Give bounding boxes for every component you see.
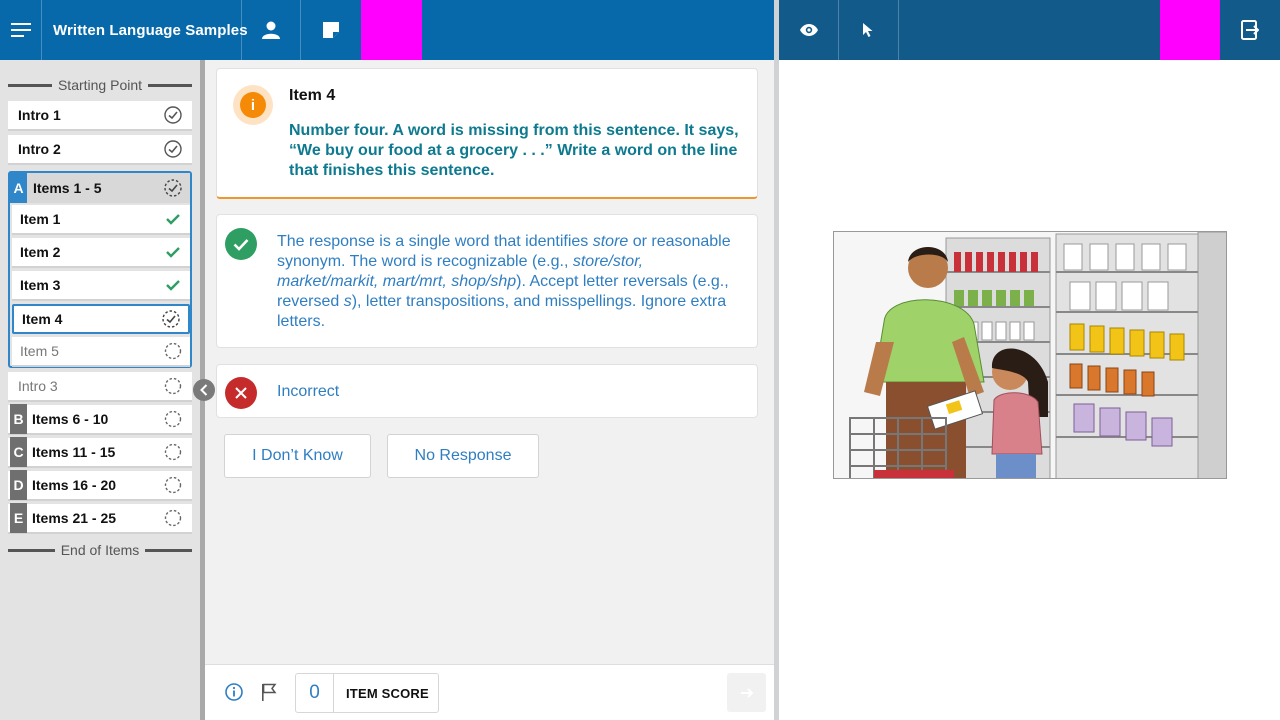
grocery-store-illustration xyxy=(834,232,1226,478)
stimulus-image xyxy=(833,231,1227,479)
sidebar-item-label: Item 4 xyxy=(22,311,63,327)
sidebar-item-label: Intro 2 xyxy=(18,141,61,157)
correct-response-criteria: The response is a single word that ident… xyxy=(277,233,731,330)
correct-check-icon xyxy=(225,228,257,260)
complete-check-circle-icon xyxy=(164,106,182,124)
item-score-value: 0 xyxy=(296,674,334,712)
in-progress-icon xyxy=(162,310,180,328)
user-icon xyxy=(261,21,280,39)
info-badge: i xyxy=(233,85,273,125)
incorrect-label: Incorrect xyxy=(277,383,340,400)
section-label: Items 16 - 20 xyxy=(32,477,117,493)
question-card: i Item 4 Number four. A word is missing … xyxy=(216,68,758,199)
arrow-right-icon xyxy=(740,687,753,698)
notes-button[interactable] xyxy=(300,0,361,60)
next-item-button[interactable] xyxy=(727,673,766,712)
highlight-marker xyxy=(361,0,422,60)
sidebar-item-label: Intro 1 xyxy=(18,107,61,123)
sidebar-section-b[interactable]: B Items 6 - 10 xyxy=(8,404,192,435)
check-icon xyxy=(164,210,182,228)
user-button[interactable] xyxy=(241,0,300,60)
item-footer: 0 ITEM SCORE xyxy=(205,664,774,720)
section-letter-badge: E xyxy=(10,503,27,533)
exit-button[interactable] xyxy=(1220,0,1280,60)
incorrect-x-icon xyxy=(225,377,257,409)
chevron-left-icon xyxy=(200,384,208,396)
sidebar-item-item-4[interactable]: Item 4 xyxy=(12,304,190,334)
sidebar-item-label: Intro 3 xyxy=(18,378,58,394)
section-a-group: A Items 1 - 5 Item 1 Item 2 Item 3 Item … xyxy=(8,171,192,368)
not-started-icon xyxy=(164,377,182,395)
correct-response-option[interactable]: The response is a single word that ident… xyxy=(216,214,758,348)
check-icon xyxy=(164,243,182,261)
collapse-sidebar-button[interactable] xyxy=(193,379,215,401)
sidebar-item-item-2[interactable]: Item 2 xyxy=(12,238,190,268)
highlight-marker xyxy=(1160,0,1220,60)
sidebar-item-intro-2[interactable]: Intro 2 xyxy=(8,135,192,165)
sidebar-item-item-3[interactable]: Item 3 xyxy=(12,271,190,301)
stimulus-toolbar xyxy=(779,0,1280,60)
top-bar: Written Language Samples xyxy=(0,0,774,60)
section-letter-badge: C xyxy=(10,437,27,467)
not-started-icon xyxy=(164,443,182,461)
info-icon: i xyxy=(240,92,266,118)
sidebar-item-item-5[interactable]: Item 5 xyxy=(12,337,190,367)
menu-button[interactable] xyxy=(0,0,41,60)
note-icon xyxy=(322,22,339,38)
incorrect-response-option[interactable]: Incorrect xyxy=(216,364,758,418)
sidebar-item-label: Item 1 xyxy=(20,211,61,227)
app-root: Written Language Samples Starting Point xyxy=(0,0,1280,720)
pointer-button[interactable] xyxy=(838,0,898,60)
complete-check-circle-icon xyxy=(164,140,182,158)
section-letter-badge: A xyxy=(10,173,27,203)
pointer-icon xyxy=(863,23,873,37)
end-of-items-heading: End of Items xyxy=(8,540,192,560)
section-label: Items 21 - 25 xyxy=(32,510,117,526)
item-score-label: ITEM SCORE xyxy=(346,685,429,701)
in-progress-icon xyxy=(164,179,182,197)
dont-know-button[interactable]: I Don’t Know xyxy=(224,434,371,478)
starting-point-label: Starting Point xyxy=(57,77,143,93)
sidebar-item-intro-1[interactable]: Intro 1 xyxy=(8,101,192,131)
sidebar-item-label: Item 5 xyxy=(20,343,59,359)
sidebar-section-c[interactable]: C Items 11 - 15 xyxy=(8,437,192,468)
not-started-icon xyxy=(164,509,182,527)
sidebar-item-label: Item 3 xyxy=(20,277,61,293)
item-navigation-sidebar: Starting Point Intro 1 Intro 2 A Items 1… xyxy=(0,60,200,720)
section-label: Items 1 - 5 xyxy=(33,180,102,196)
menu-icon xyxy=(10,23,31,37)
not-started-icon xyxy=(164,342,182,360)
sidebar-section-d[interactable]: D Items 16 - 20 xyxy=(8,470,192,501)
not-started-icon xyxy=(164,476,182,494)
flag-button[interactable] xyxy=(261,683,277,706)
info-circle-icon xyxy=(225,683,243,701)
view-button[interactable] xyxy=(779,0,838,60)
app-title: Written Language Samples xyxy=(53,22,248,39)
section-label: Items 11 - 15 xyxy=(32,444,116,460)
sidebar-section-e[interactable]: E Items 21 - 25 xyxy=(8,503,192,534)
exit-icon xyxy=(1241,20,1259,40)
flag-icon xyxy=(262,683,277,701)
not-started-icon xyxy=(164,410,182,428)
item-prompt: Number four. A word is missing from this… xyxy=(289,122,739,179)
check-icon xyxy=(164,276,182,294)
eye-icon xyxy=(799,24,818,36)
sidebar-item-intro-3[interactable]: Intro 3 xyxy=(8,372,192,402)
pane-divider[interactable] xyxy=(774,0,779,720)
toolbar-divider xyxy=(898,0,899,60)
section-label: Items 6 - 10 xyxy=(32,411,109,427)
sidebar-item-item-1[interactable]: Item 1 xyxy=(12,205,190,235)
item-title: Item 4 xyxy=(289,87,336,104)
item-score-box: 0 ITEM SCORE xyxy=(295,673,439,713)
no-response-button[interactable]: No Response xyxy=(387,434,539,478)
sidebar-item-label: Item 2 xyxy=(20,244,61,260)
section-letter-badge: D xyxy=(10,470,27,500)
starting-point-heading: Starting Point xyxy=(8,75,192,95)
end-of-items-label: End of Items xyxy=(60,542,140,558)
section-letter-badge: B xyxy=(10,404,27,434)
info-button[interactable] xyxy=(225,683,243,706)
section-a-header[interactable]: A Items 1 - 5 xyxy=(10,173,190,203)
toolbar-divider xyxy=(41,0,42,60)
